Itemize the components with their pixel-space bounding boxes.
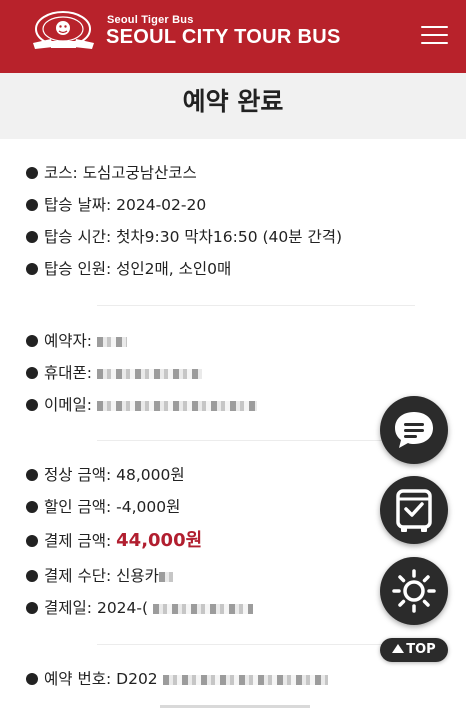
- bullet-icon: [26, 231, 38, 243]
- redacted-reservation-number: [162, 674, 328, 685]
- discount-row: 할인 금액: -4,000원: [26, 495, 180, 519]
- email-row: 이메일:: [26, 393, 257, 417]
- people-label: 탑승 인원:: [44, 260, 112, 278]
- bullet-icon: [26, 501, 38, 513]
- bullet-icon: [26, 673, 38, 685]
- page-title: 예약 완료: [182, 87, 284, 116]
- paid-amount-row: 결제 금액: 44,000원: [26, 529, 202, 553]
- time-label: 탑승 시간:: [44, 228, 112, 246]
- section-divider: [97, 644, 415, 645]
- course-row: 코스: 도심고궁남산코스: [26, 161, 197, 185]
- paid-amount-value: 44,000원: [116, 530, 203, 551]
- bullet-icon: [26, 263, 38, 275]
- redacted-email: [96, 400, 257, 411]
- time-value: 첫차9:30 막차16:50 (40분 간격): [116, 228, 343, 246]
- phone-label: 휴대폰:: [44, 364, 93, 382]
- bullet-icon: [26, 469, 38, 481]
- scroll-top-button[interactable]: TOP: [380, 638, 448, 662]
- regular-price-label: 정상 금액:: [44, 466, 112, 484]
- hamburger-menu-icon[interactable]: [421, 26, 448, 46]
- bullet-icon: [26, 602, 38, 614]
- reservation-number-value: D202: [116, 670, 158, 688]
- brand-title[interactable]: SEOUL CITY TOUR BUS: [106, 26, 341, 49]
- brand-subtitle: Seoul Tiger Bus: [107, 14, 194, 26]
- bullet-icon: [26, 167, 38, 179]
- course-value: 도심고궁남산코스: [82, 164, 197, 182]
- redacted-method: [158, 571, 173, 582]
- date-label: 탑승 날짜:: [44, 196, 112, 214]
- bullet-icon: [26, 199, 38, 211]
- bullet-icon: [26, 367, 38, 379]
- regular-price-row: 정상 금액: 48,000원: [26, 463, 185, 487]
- section-divider: [97, 305, 415, 306]
- payment-method-value: 신용카: [116, 567, 159, 585]
- home-indicator: [160, 705, 310, 708]
- phone-row: 휴대폰:: [26, 361, 202, 385]
- chat-bubble-icon[interactable]: [380, 396, 448, 464]
- date-value: 2024-02-20: [116, 196, 207, 214]
- payment-method-label: 결제 수단:: [44, 567, 112, 585]
- reservation-number-label: 예약 번호:: [44, 670, 112, 688]
- people-row: 탑승 인원: 성인2매, 소인0매: [26, 257, 231, 281]
- discount-label: 할인 금액:: [44, 498, 112, 516]
- email-label: 이메일:: [44, 396, 93, 414]
- sun-icon[interactable]: [380, 557, 448, 625]
- date-row: 탑승 날짜: 2024-02-20: [26, 193, 206, 217]
- bullet-icon: [26, 570, 38, 582]
- payment-date-row: 결제일: 2024-(: [26, 596, 253, 620]
- reservation-number-row: 예약 번호: D202: [26, 667, 328, 691]
- app-header: Seoul Tiger Bus SEOUL CITY TOUR BUS: [0, 0, 466, 73]
- course-label: 코스:: [44, 164, 78, 182]
- time-row: 탑승 시간: 첫차9:30 막차16:50 (40분 간격): [26, 225, 342, 249]
- payment-date-value: 2024-(: [96, 599, 149, 617]
- people-value: 성인2매, 소인0매: [116, 260, 232, 278]
- bullet-icon: [26, 535, 38, 547]
- booker-name-label: 예약자:: [44, 332, 93, 350]
- section-divider: [97, 440, 415, 441]
- regular-price-value: 48,000원: [116, 466, 185, 484]
- paid-amount-label: 결제 금액:: [44, 532, 112, 550]
- bullet-icon: [26, 335, 38, 347]
- redacted-name: [96, 336, 127, 347]
- payment-date-label: 결제일:: [44, 599, 93, 617]
- arrow-up-icon: [392, 644, 405, 653]
- bullet-icon: [26, 399, 38, 411]
- page-title-band: 예약 완료: [0, 73, 466, 139]
- payment-method-row: 결제 수단: 신용카: [26, 564, 173, 588]
- discount-value: -4,000원: [116, 498, 181, 516]
- tiger-emblem-icon[interactable]: [29, 9, 98, 53]
- redacted-date: [152, 603, 253, 614]
- booker-name-row: 예약자:: [26, 329, 127, 353]
- redacted-phone: [96, 368, 202, 379]
- scroll-top-label: TOP: [406, 642, 436, 657]
- bus-check-icon[interactable]: [380, 476, 448, 544]
